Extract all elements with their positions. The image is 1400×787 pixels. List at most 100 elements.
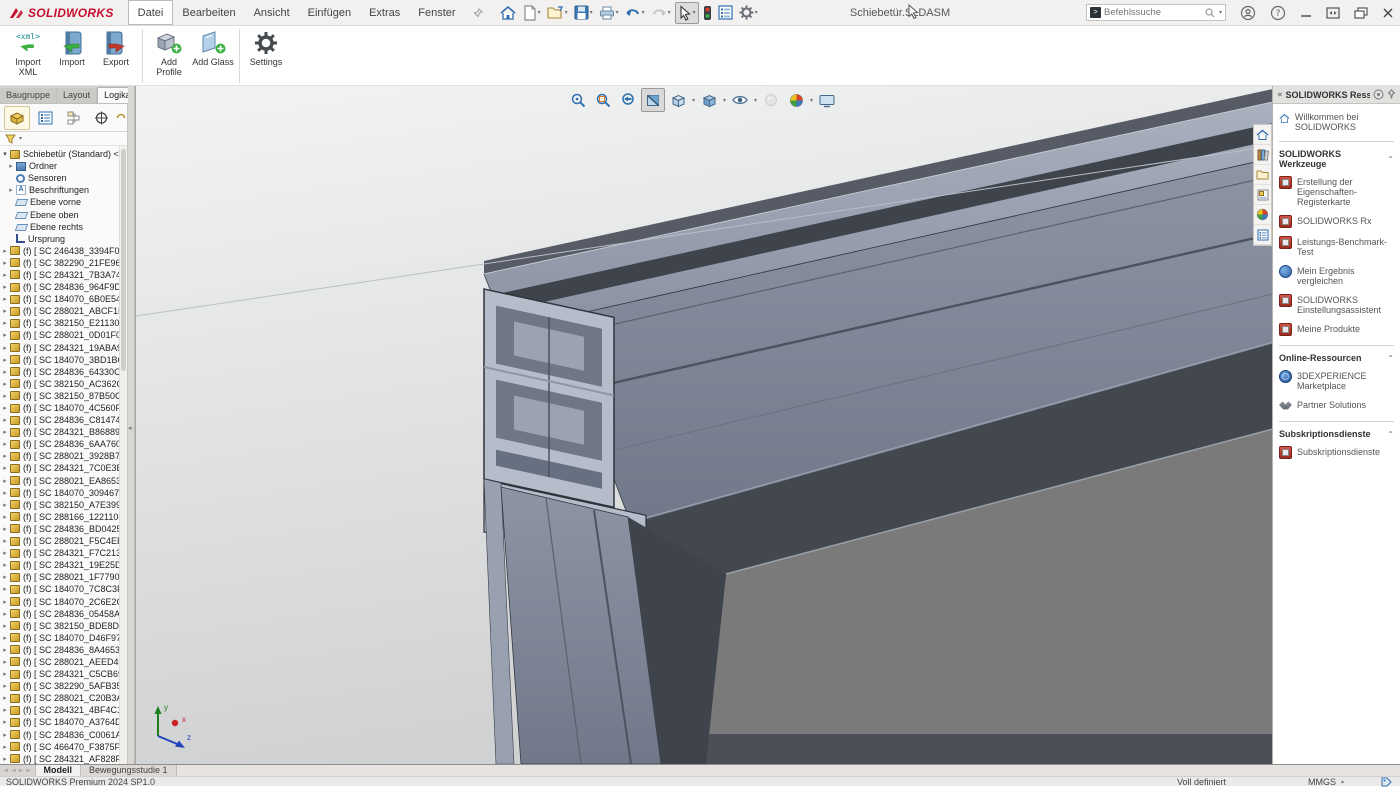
rebuild-traffic-light-button[interactable] [701,3,714,23]
tree-item-part[interactable]: (f) [ SC 284836_964F9DA8-BAFE [0,281,119,293]
expand-arrow-icon[interactable] [0,704,10,716]
tree-item-part[interactable]: (f) [ SC 184070_2C6E2CFC-E901 [0,595,119,607]
expand-arrow-icon[interactable] [0,148,10,160]
expand-arrow-icon[interactable] [0,366,10,378]
scrollbar-thumb[interactable] [121,149,126,371]
apply-scene-button[interactable] [784,88,808,112]
tab-baugruppe[interactable]: Baugruppe [0,88,57,103]
view-settings-button[interactable] [815,88,839,112]
account-button[interactable] [1240,5,1256,21]
tree-item-part[interactable]: (f) [ SC 184070_309467E3-E5F8~ [0,487,119,499]
expand-arrow-icon[interactable] [0,402,10,414]
expand-arrow-icon[interactable] [0,281,10,293]
resource-link[interactable]: SOLIDWORKS Rx [1279,216,1394,228]
tree-item-part[interactable]: (f) [ SC 284836_BD0425D9-4423- [0,523,119,535]
expand-arrow-icon[interactable] [0,245,10,257]
tree-item-part[interactable]: (f) [ SC 288021_ABCF1E6C-CB32 [0,305,119,317]
home-button[interactable] [497,3,519,23]
custom-properties-tab[interactable] [1254,225,1271,245]
options-gear-button[interactable]: ▾ [737,3,760,22]
tree-item-part[interactable]: (f) [ SC 382150_87B50CEA-905B- [0,390,119,402]
display-style-caret-icon[interactable]: ▾ [723,97,726,104]
collapse-chevron-icon[interactable]: ⌃ [1387,430,1394,439]
tree-item-part[interactable]: (f) [ SC 284321_AF828FD8-C149 [0,753,119,764]
resource-link[interactable]: Leistungs-Benchmark-Test [1279,237,1394,257]
splitter-collapse-icon[interactable]: ◂ [128,424,132,432]
undo-button[interactable]: ▾ [623,4,647,22]
expand-arrow-icon[interactable] [0,269,10,281]
tree-item-part[interactable]: (f) [ SC 284321_19E25D28-4E38~ [0,559,119,571]
expand-arrow-icon[interactable] [0,511,10,523]
tree-item-part[interactable]: (f) [ SC 466470_F3875F48-04D3- [0,741,119,753]
tree-item-part[interactable]: (f) [ SC 284836_05458AE0-B4F5- [0,608,119,620]
tree-item-part[interactable]: (f) [ SC 288021_1F7790FE-99D4~ [0,571,119,583]
view-orientation-button[interactable] [666,88,690,112]
edit-appearance-button[interactable] [759,88,783,112]
viewport-3d-model[interactable] [136,86,1272,764]
displaymanager-tab-partial[interactable] [116,106,126,130]
expand-arrow-icon[interactable] [0,342,10,354]
menu-einfuegen[interactable]: Einfügen [299,0,360,25]
save-button[interactable]: ▾ [572,3,595,22]
tree-item-part[interactable]: (f) [ SC 184070_3BD1BCE5-28A2 [0,354,119,366]
resource-link[interactable]: Erstellung der Eigenschaften-Registerkar… [1279,177,1394,207]
redo-button[interactable]: ▾ [649,4,673,22]
tree-item-part[interactable]: (f) [ SC 184070_A3764D80-0CEF- [0,716,119,728]
expand-arrow-icon[interactable] [0,547,10,559]
dimxpert-tab[interactable] [88,106,114,130]
expand-arrow-icon[interactable] [0,475,10,487]
propertymanager-tab[interactable] [32,106,58,130]
expand-arrow-icon[interactable] [0,644,10,656]
menu-datei[interactable]: Datei [128,0,174,25]
hide-show-caret-icon[interactable]: ▾ [754,97,757,104]
tree-item-part[interactable]: (f) [ SC 284836_C0061A4F-FEB6- [0,729,119,741]
expand-arrow-icon[interactable] [0,668,10,680]
tab-modell[interactable]: Modell [36,765,82,776]
tree-item-beschriftungen[interactable]: A Beschriftungen [0,184,119,196]
minimize-button[interactable] [1300,7,1312,19]
expand-arrow-icon[interactable] [6,184,16,196]
expand-arrow-icon[interactable] [0,608,10,620]
expand-arrow-icon[interactable] [0,450,10,462]
tree-item-part[interactable]: (f) [ SC 288166_12211086-6DE2~ [0,511,119,523]
tree-item-part[interactable]: (f) [ SC 382290_21FE9674-CD68- [0,257,119,269]
tree-item-part[interactable]: (f) [ SC 288021_AEED4602-5E00- [0,656,119,668]
resources-home-tab[interactable] [1254,125,1271,145]
expand-arrow-icon[interactable] [0,426,10,438]
collapse-chevron-icon[interactable]: ⌃ [1387,354,1394,363]
tree-item-part[interactable]: (f) [ SC 288021_F5C4EB64-EF9A- [0,535,119,547]
tree-root[interactable]: Schiebetür (Standard) <Anzeigestat [0,148,119,160]
collapse-pane-icon[interactable]: « [1277,90,1283,100]
expand-arrow-icon[interactable] [0,596,10,608]
search-input[interactable] [1104,7,1202,18]
export-button[interactable]: Export [94,28,138,67]
expand-arrow-icon[interactable] [0,753,10,764]
expand-arrow-icon[interactable] [0,317,10,329]
hide-show-items-button[interactable] [728,88,752,112]
apply-scene-caret-icon[interactable]: ▾ [810,97,813,104]
close-button[interactable] [1382,7,1394,19]
tree-item-ebene-rechts[interactable]: Ebene rechts [0,221,119,233]
expand-arrow-icon[interactable] [0,559,10,571]
units-selector[interactable]: MMGS ▴ [1308,777,1344,787]
tree-scrollbar[interactable] [119,146,127,764]
expand-arrow-icon[interactable] [0,620,10,632]
search-icon[interactable] [1205,8,1215,18]
tree-item-part[interactable]: (f) [ SC 284321_4BF4C1D9-5EA9 [0,704,119,716]
pin-pane-icon[interactable] [1387,89,1396,100]
filter-caret-icon[interactable]: ▾ [19,135,22,142]
expand-arrow-icon[interactable] [0,390,10,402]
collapse-chevron-icon[interactable]: ⌃ [1387,155,1394,164]
menu-ansicht[interactable]: Ansicht [245,0,299,25]
tree-item-ebene-vorne[interactable]: Ebene vorne [0,196,119,208]
expand-arrow-icon[interactable] [0,354,10,366]
expand-arrow-icon[interactable] [0,257,10,269]
search-scope-caret-icon[interactable]: ▾ [1219,9,1222,16]
expand-arrow-icon[interactable] [0,583,10,595]
view-palette-tab[interactable] [1254,185,1271,205]
help-button[interactable]: ? [1270,5,1286,21]
tree-item-part[interactable]: (f) [ SC 284321_F7C213F0-44D2- [0,547,119,559]
expand-arrow-icon[interactable] [0,378,10,390]
import-xml-button[interactable]: <xml> Import XML [6,28,50,77]
tag-button[interactable] [1378,777,1394,787]
